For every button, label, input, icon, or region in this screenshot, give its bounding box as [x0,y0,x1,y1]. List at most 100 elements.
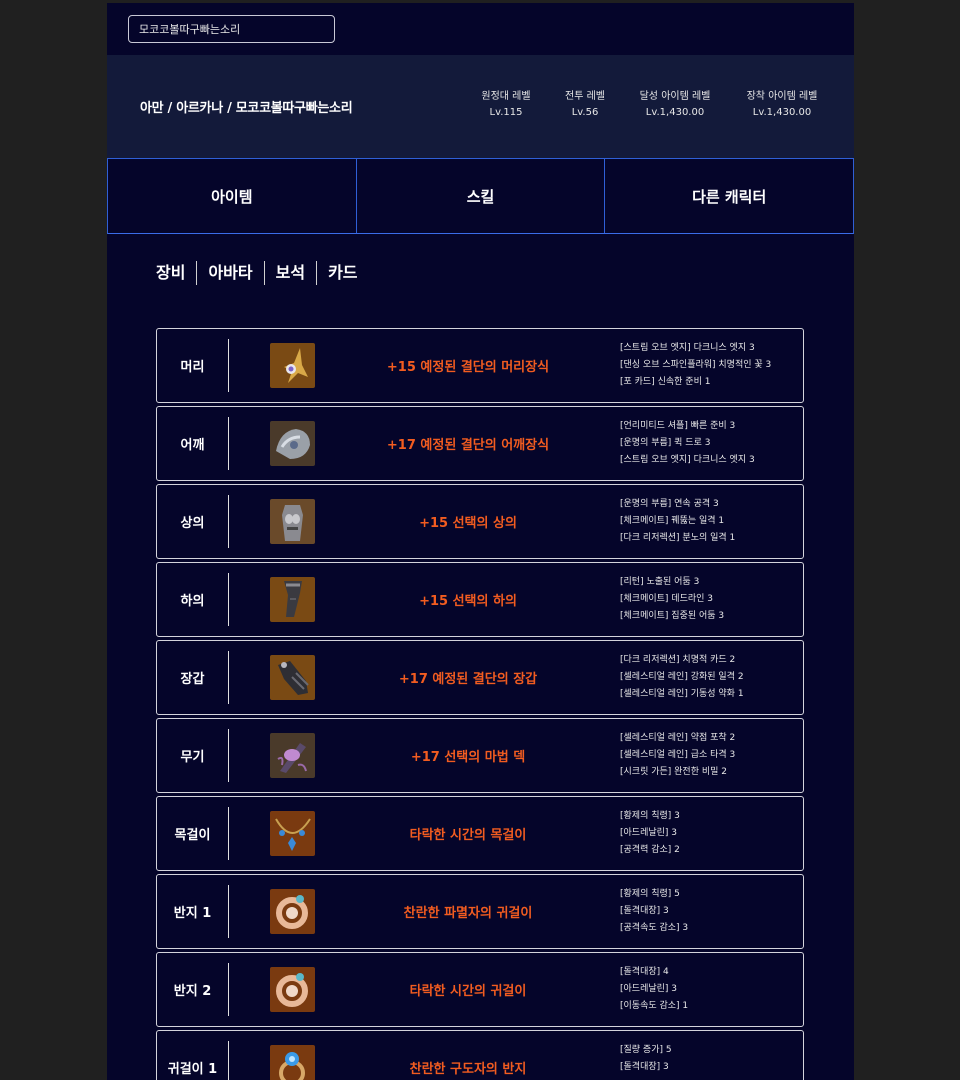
equipment-row[interactable]: 하의 +15 선택의 하의 [리턴] 노출된 어둠 3 [체크메이트] 데드라인 3[… [156,562,804,637]
row-divider [228,885,229,938]
effect-line: [다크 리저렉션] 분노의 일격 1 [620,533,736,543]
subnav-equipment[interactable]: 장비 [156,261,196,285]
subnav-gems[interactable]: 보석 [265,261,316,285]
equipment-slot-label: 상의 [180,516,205,531]
equipment-list: 머리 +15 예정된 결단의 머리장식 [스트림 오브 엣지] 다크니스 엣지 3[… [156,328,804,1080]
chest-armor-icon[interactable] [270,499,315,544]
stat-equipped-item-level: 장착 아이템 레벨 Lv.1,430.00 [739,89,825,121]
tab-skills[interactable]: 스킬 [355,159,605,233]
effect-line: [황제의 칙령] 5 [620,889,680,899]
equipment-slot-label: 무기 [180,750,205,765]
subnav-avatar[interactable]: 아바타 [197,261,263,285]
earring-icon[interactable] [270,889,315,934]
effect-line: [체크메이트] 데드라인 3 [620,594,713,604]
subnav-cards[interactable]: 카드 [317,261,368,285]
equipment-row[interactable]: 어깨 +17 예정된 결단의 어깨장식 [언리미티드 셔플] 빠른 준비 3 [운명의… [156,406,804,481]
gloves-icon[interactable] [270,655,315,700]
effect-line: [셀레스티얼 레인] 급소 타격 3 [620,750,736,760]
effect-line: [아드레날린] 3 [620,828,678,838]
row-divider [228,729,229,782]
equipment-row[interactable]: 반지 1 찬란한 파멸자의 귀걸이 [황제의 칙령] 5 [돌격대장] 3 [공격속도 … [156,874,804,949]
equipment-item-name: +17 예정된 결단의 어깨장식 [386,438,550,453]
effect-line: [아드레날린] 3 [620,984,678,994]
effect-line: [스트림 오브 엣지] 다크니스 엣지 3 [620,455,755,465]
earring-icon[interactable] [270,967,315,1012]
effect-line: [황제의 칙령] 3 [620,811,680,821]
equipment-row[interactable]: 머리 +15 예정된 결단의 머리장식 [스트림 오브 엣지] 다크니스 엣지 3[… [156,328,804,403]
equipment-row[interactable]: 귀걸이 1 찬란한 구도자의 반지 [질량 증가] 5 [돌격대장] 3 [156,1030,804,1080]
stat-expedition-level: 원정대 레벨 Lv.115 [478,89,534,121]
stat-label: 달성 아이템 레벨 [639,91,711,102]
effect-line: [돌격대장] 4 [620,967,669,977]
stat-label: 원정대 레벨 [481,91,531,102]
stat-value: Lv.1,430.00 [645,107,705,118]
stat-label: 장착 아이템 레벨 [746,91,818,102]
equipment-item-name: +15 예정된 결단의 머리장식 [386,360,550,375]
stat-value: Lv.1,430.00 [752,107,812,118]
equipment-row[interactable]: 무기 +17 선택의 마법 덱 [셀레스티얼 레인] 약점 포착 2 [셀레스티얼 레… [156,718,804,793]
row-divider [228,339,229,392]
equipment-effects: [언리미티드 셔플] 빠른 준비 3 [운명의 부름] 퀵 드로 3 [스트림 오브… [620,418,755,469]
equipment-item-name: +17 선택의 마법 덱 [410,750,526,765]
stat-combat-level: 전투 레벨 Lv.56 [557,89,613,121]
character-search-input[interactable] [128,15,335,43]
effect-line: [다크 리저렉션] 치명적 카드 2 [620,655,736,665]
equipment-item-name: +17 예정된 결단의 장갑 [398,672,538,687]
effect-line: [언리미티드 셔플] 빠른 준비 3 [620,421,736,431]
equipment-effects: [돌격대장] 4 [아드레날린] 3 [이동속도 감소] 1 [620,964,688,1015]
equipment-effects: [다크 리저렉션] 치명적 카드 2 [셀레스티얼 레인] 강화된 일격 2 [셀레… [620,652,744,703]
magic-deck-icon[interactable] [270,733,315,778]
effect-line: [리턴] 노출된 어둠 3 [620,577,700,587]
row-divider [228,417,229,470]
equipment-item-name: +15 선택의 상의 [419,516,517,531]
effect-line: [돌격대장] 3 [620,1062,669,1072]
shoulder-icon[interactable] [270,421,315,466]
equipment-effects: [리턴] 노출된 어둠 3 [체크메이트] 데드라인 3 [체크메이트] 집중된 어… [620,574,724,625]
equipment-effects: [셀레스티얼 레인] 약점 포착 2 [셀레스티얼 레인] 급소 타격 3 [시크릿… [620,730,735,781]
effect-line: [공격속도 감소] 3 [620,923,689,933]
sub-navigation: 장비 아바타 보석 카드 [156,261,369,285]
equipment-effects: [질량 증가] 5 [돌격대장] 3 [620,1042,672,1076]
equipment-slot-label: 반지 2 [173,984,212,999]
equipment-effects: [황제의 칙령] 3 [아드레날린] 3 [공격력 감소] 2 [620,808,680,859]
equipment-item-name: 타락한 시간의 목걸이 [409,828,527,843]
ring-icon[interactable] [270,1045,315,1080]
row-divider [228,1041,229,1080]
effect-line: [이동속도 감소] 1 [620,1001,689,1011]
effect-line: [스트림 오브 엣지] 다크니스 엣지 3 [620,343,755,353]
equipment-row[interactable]: 반지 2 타락한 시간의 귀걸이 [돌격대장] 4 [아드레날린] 3 [이동속도 감소… [156,952,804,1027]
effect-line: [공격력 감소] 2 [620,845,680,855]
effect-line: [운명의 부름] 연속 공격 3 [620,499,719,509]
equipment-effects: [스트림 오브 엣지] 다크니스 엣지 3 [댄싱 오브 스파인플라워] 치명적인… [620,340,771,391]
row-divider [228,495,229,548]
effect-line: [셀레스티얼 레인] 기동성 약화 1 [620,689,744,699]
pants-icon[interactable] [270,577,315,622]
effect-line: [댄싱 오브 스파인플라워] 치명적인 꽃 3 [620,360,772,370]
effect-line: [돌격대장] 3 [620,906,669,916]
effect-line: [시크릿 가든] 완전한 비밀 2 [620,767,727,777]
effect-line: [질량 증가] 5 [620,1045,672,1055]
stat-value: Lv.56 [571,107,599,118]
main-tabs: 아이템 스킬 다른 캐릭터 [107,158,854,234]
stat-achieved-item-level: 달성 아이템 레벨 Lv.1,430.00 [632,89,718,121]
equipment-slot-label: 머리 [180,360,205,375]
headpiece-icon[interactable] [270,343,315,388]
equipment-slot-label: 하의 [180,594,205,609]
row-divider [228,573,229,626]
equipment-row[interactable]: 상의 +15 선택의 상의 [운명의 부름] 연속 공격 3 [체크메이트] 꿰뚫는 … [156,484,804,559]
equipment-slot-label: 어깨 [180,438,205,453]
character-header: 아만 / 아르카나 / 모코코볼따구빠는소리 원정대 레벨 Lv.115 전투 … [107,55,854,158]
row-divider [228,963,229,1016]
equipment-slot-label: 반지 1 [173,906,212,921]
equipment-slot-label: 목걸이 [174,828,211,843]
effect-line: [체크메이트] 집중된 어둠 3 [620,611,725,621]
equipment-row[interactable]: 장갑 +17 예정된 결단의 장갑 [다크 리저렉션] 치명적 카드 2 [셀레스티얼… [156,640,804,715]
equipment-item-name: 찬란한 파멸자의 귀걸이 [403,906,533,921]
equipment-item-name: +15 선택의 하의 [419,594,517,609]
equipment-row[interactable]: 목걸이 타락한 시간의 목걸이 [황제의 칙령] 3 [아드레날린] 3 [공격력 감소… [156,796,804,871]
effect-line: [운명의 부름] 퀵 드로 3 [620,438,711,448]
tab-other-characters[interactable]: 다른 캐릭터 [604,159,853,233]
tab-items[interactable]: 아이템 [108,159,356,233]
equipment-effects: [운명의 부름] 연속 공격 3 [체크메이트] 꿰뚫는 일격 1 [다크 리저렉션… [620,496,735,547]
necklace-icon[interactable] [270,811,315,856]
